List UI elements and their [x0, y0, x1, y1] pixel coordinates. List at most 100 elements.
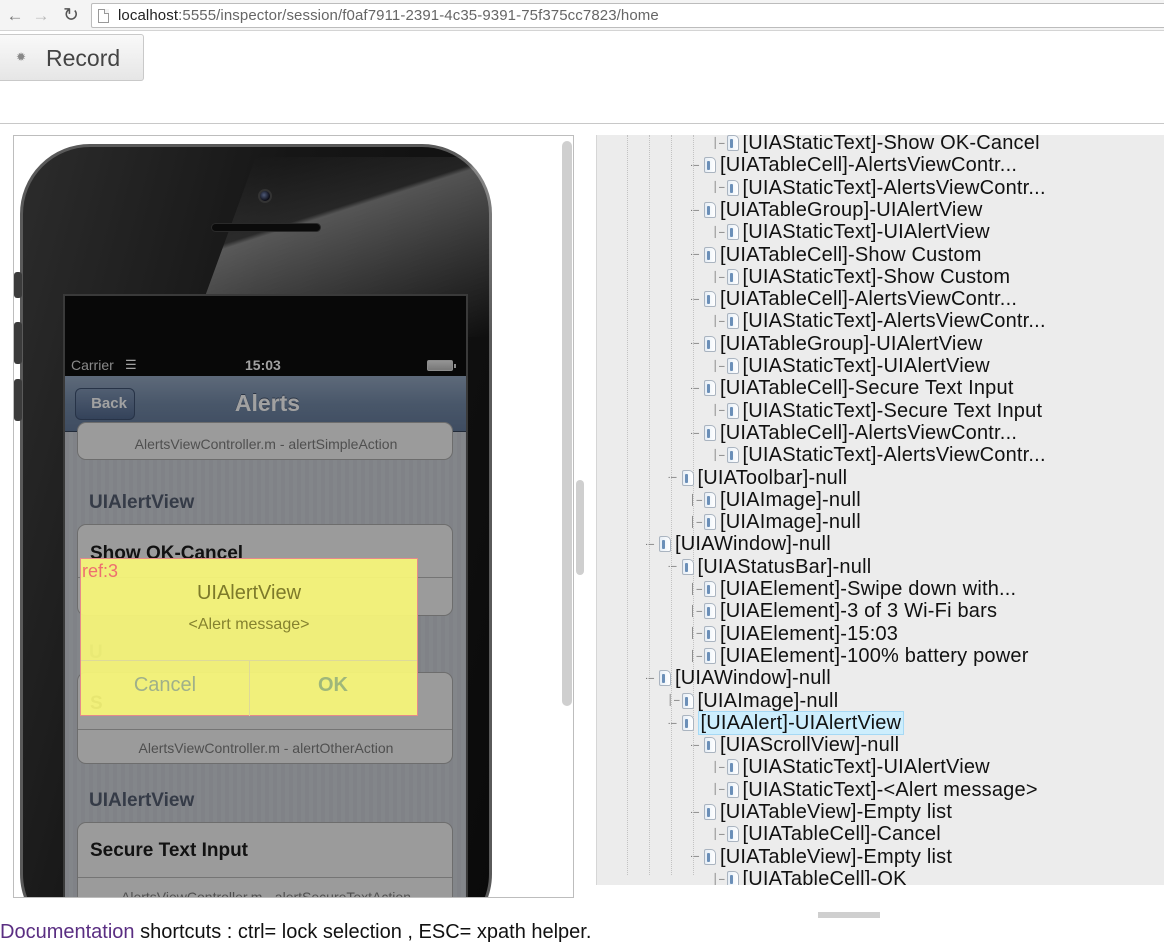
tree-node-label[interactable]: [UIATableGroup]-UIAlertView — [720, 199, 983, 221]
tree-node-label[interactable]: [UIAImage]-null — [698, 690, 839, 712]
tree-node[interactable]: ·– [UIATableGroup]-UIAlertView — [690, 333, 983, 355]
tree-node-label[interactable]: [UIAStaticText]-UIAlertView — [743, 221, 990, 243]
alert-ok-button[interactable]: OK — [249, 674, 417, 697]
tree-node-label[interactable]: [UIAStatusBar]-null — [698, 556, 872, 578]
tree-node-label[interactable]: [UIAStaticText]-AlertsViewContr... — [743, 310, 1046, 332]
address-bar[interactable]: localhost:5555/inspector/session/f0af791… — [91, 3, 1164, 28]
tree-toggle-icon[interactable]: ·– — [690, 735, 704, 757]
tree-toggle-icon[interactable]: ·– — [690, 802, 704, 824]
tree-toggle-icon[interactable]: ·– — [668, 467, 682, 489]
tree-node[interactable]: │– [UIATableCell]-OK — [713, 868, 907, 885]
tree-node[interactable]: ·– [UIATableGroup]-UIAlertView — [690, 199, 983, 221]
tree-leaf-connector: │– — [712, 784, 725, 796]
tree-node[interactable]: ·– [UIAWindow]-null — [645, 533, 831, 555]
tree-node[interactable]: │– [UIAImage]-null — [690, 511, 861, 533]
tree-node[interactable]: ·– [UIATableCell]-Show Custom — [690, 244, 982, 266]
tree-node[interactable]: ·– [UIATableCell]-AlertsViewContr... — [690, 422, 1017, 444]
tree-node[interactable]: │– [UIAElement]-Swipe down with... — [690, 578, 1016, 600]
tree-toggle-icon[interactable]: ·– — [690, 155, 704, 177]
tree-node[interactable]: ·– [UIAWindow]-null — [645, 667, 831, 689]
tree-node[interactable]: ·– [UIATableView]-Empty list — [690, 846, 952, 868]
back-arrow-icon[interactable]: ← — [4, 5, 26, 27]
alert-highlight-box[interactable]: ref:3 UIAlertView <Alert message> Cancel… — [80, 558, 418, 716]
tree-pane-scrollbar[interactable] — [576, 480, 584, 575]
tree-node-label[interactable]: [UIAWindow]-null — [675, 533, 831, 555]
tree-node[interactable]: │– [UIAElement]-3 of 3 Wi-Fi bars — [690, 600, 997, 622]
tree-toggle-icon[interactable]: ·– — [690, 200, 704, 222]
tree-node-label[interactable]: [UIATableCell]-Cancel — [743, 823, 941, 845]
tree-node-label[interactable]: [UIATableCell]-OK — [743, 868, 907, 885]
tree-node-label[interactable]: [UIAWindow]-null — [675, 667, 831, 689]
tree-node[interactable]: │– [UIAImage]-null — [690, 489, 861, 511]
tree-node[interactable]: │– [UIAStaticText]-Show OK-Cancel — [713, 135, 1040, 154]
tree-node-label[interactable]: [UIAStaticText]-UIAlertView — [743, 756, 990, 778]
tree-node-label[interactable]: [UIAStaticText]-Show Custom — [743, 266, 1011, 288]
tree-node[interactable]: │– [UIAStaticText]-UIAlertView — [713, 221, 990, 243]
tree-node-label[interactable]: [UIAAlert]-UIAlertView — [697, 710, 905, 735]
tree-node[interactable]: │– [UIAStaticText]-Secure Text Input — [713, 400, 1043, 422]
tree-node-icon — [726, 313, 739, 330]
tree-node[interactable]: ·– [UIATableCell]-AlertsViewContr... — [690, 288, 1017, 310]
tree-node-label[interactable]: [UIAElement]-15:03 — [720, 623, 898, 645]
documentation-link[interactable]: Documentation — [0, 921, 135, 943]
tree-node[interactable]: │– [UIAElement]-100% battery power — [690, 645, 1029, 667]
tree-node[interactable]: │– [UIATableCell]-Cancel — [713, 823, 941, 845]
forward-arrow-icon[interactable]: → — [30, 5, 52, 27]
tree-node-label[interactable]: [UIATableGroup]-UIAlertView — [720, 333, 983, 355]
tree-node[interactable]: ·– [UIAScrollView]-null — [690, 734, 899, 756]
tree-node-label[interactable]: [UIAStaticText]-<Alert message> — [743, 779, 1038, 801]
tree-node[interactable]: ·– [UIATableView]-Empty list — [690, 801, 952, 823]
tree-node-label[interactable]: [UIATableCell]-Secure Text Input — [720, 377, 1014, 399]
tree-toggle-icon[interactable]: ·– — [690, 244, 704, 266]
tree-node[interactable]: │– [UIAStaticText]-AlertsViewContr... — [713, 177, 1046, 199]
tree-node-label[interactable]: [UIAElement]-100% battery power — [720, 645, 1029, 667]
tree-node-label[interactable]: [UIAImage]-null — [720, 511, 861, 533]
tree-node-label[interactable]: [UIAStaticText]-UIAlertView — [743, 355, 990, 377]
tree-node-label[interactable]: [UIATableView]-Empty list — [720, 801, 952, 823]
device-pane-scrollbar[interactable] — [562, 141, 572, 706]
tree-node[interactable]: │– [UIAStaticText]-<Alert message> — [713, 779, 1038, 801]
tree-node[interactable]: │– [UIAStaticText]-AlertsViewContr... — [713, 444, 1046, 466]
tree-node-label[interactable]: [UIAElement]-3 of 3 Wi-Fi bars — [720, 600, 997, 622]
tree-node[interactable]: ·– [UIAAlert]-UIAlertView — [668, 710, 905, 735]
tree-node-label[interactable]: [UIATableView]-Empty list — [720, 846, 952, 868]
tree-node[interactable]: │– [UIAStaticText]-UIAlertView — [713, 756, 990, 778]
tree-node-label[interactable]: [UIAStaticText]-Show OK-Cancel — [743, 135, 1040, 154]
tree-node[interactable]: ·– [UIAStatusBar]-null — [668, 556, 872, 578]
tree-toggle-icon[interactable]: ·– — [645, 668, 659, 690]
tree-toggle-icon[interactable]: ·– — [668, 713, 682, 735]
tree-node[interactable]: ·– [UIATableCell]-AlertsViewContr... — [690, 154, 1017, 176]
tree-node[interactable]: │– [UIAElement]-15:03 — [690, 623, 898, 645]
tree-toggle-icon[interactable]: ·– — [690, 846, 704, 868]
tree-node-icon — [726, 358, 739, 374]
tree-node-label[interactable]: [UIAStaticText]-AlertsViewContr... — [743, 444, 1046, 466]
tree-node[interactable]: │– [UIAStaticText]-UIAlertView — [713, 355, 990, 377]
tree-node-icon — [681, 558, 694, 575]
tree-node-label[interactable]: [UIATableCell]-Show Custom — [720, 244, 982, 266]
tree-node-label[interactable]: [UIAStaticText]-Secure Text Input — [743, 400, 1043, 422]
tree-node-label[interactable]: [UIAImage]-null — [720, 489, 861, 511]
url-text[interactable]: localhost:5555/inspector/session/f0af791… — [118, 7, 659, 24]
tree-toggle-icon[interactable]: ·– — [690, 333, 704, 355]
tree-node-label[interactable]: [UIAScrollView]-null — [720, 734, 899, 756]
tree-node-label[interactable]: [UIAToolbar]-null — [698, 467, 848, 489]
tree-toggle-icon[interactable]: ·– — [668, 556, 682, 578]
tree-node[interactable]: │– [UIAStaticText]-AlertsViewContr... — [713, 310, 1046, 332]
reload-icon[interactable]: ↻ — [60, 5, 82, 27]
record-button[interactable]: ✹ Record — [0, 34, 144, 81]
tree-node-label[interactable]: [UIAStaticText]-AlertsViewContr... — [743, 177, 1046, 199]
horizontal-scrollbar[interactable] — [818, 912, 880, 918]
tree-toggle-icon[interactable]: ·– — [690, 378, 704, 400]
tree-toggle-icon[interactable]: ·– — [690, 289, 704, 311]
tree-toggle-icon[interactable]: ·– — [645, 534, 659, 556]
tree-node[interactable]: │– [UIAStaticText]-Show Custom — [713, 266, 1011, 288]
tree-node[interactable]: ·– [UIAToolbar]-null — [668, 467, 848, 489]
tree-node[interactable]: ·– [UIATableCell]-Secure Text Input — [690, 377, 1014, 399]
alert-cancel-button[interactable]: Cancel — [81, 674, 249, 697]
tree-node-label[interactable]: [UIAElement]-Swipe down with... — [720, 578, 1016, 600]
tree-node-label[interactable]: [UIATableCell]-AlertsViewContr... — [720, 154, 1017, 176]
tree-toggle-icon[interactable]: ·– — [690, 423, 704, 445]
tree-node[interactable]: │– [UIAImage]-null — [668, 690, 839, 712]
tree-node-label[interactable]: [UIATableCell]-AlertsViewContr... — [720, 422, 1017, 444]
tree-node-label[interactable]: [UIATableCell]-AlertsViewContr... — [720, 288, 1017, 310]
